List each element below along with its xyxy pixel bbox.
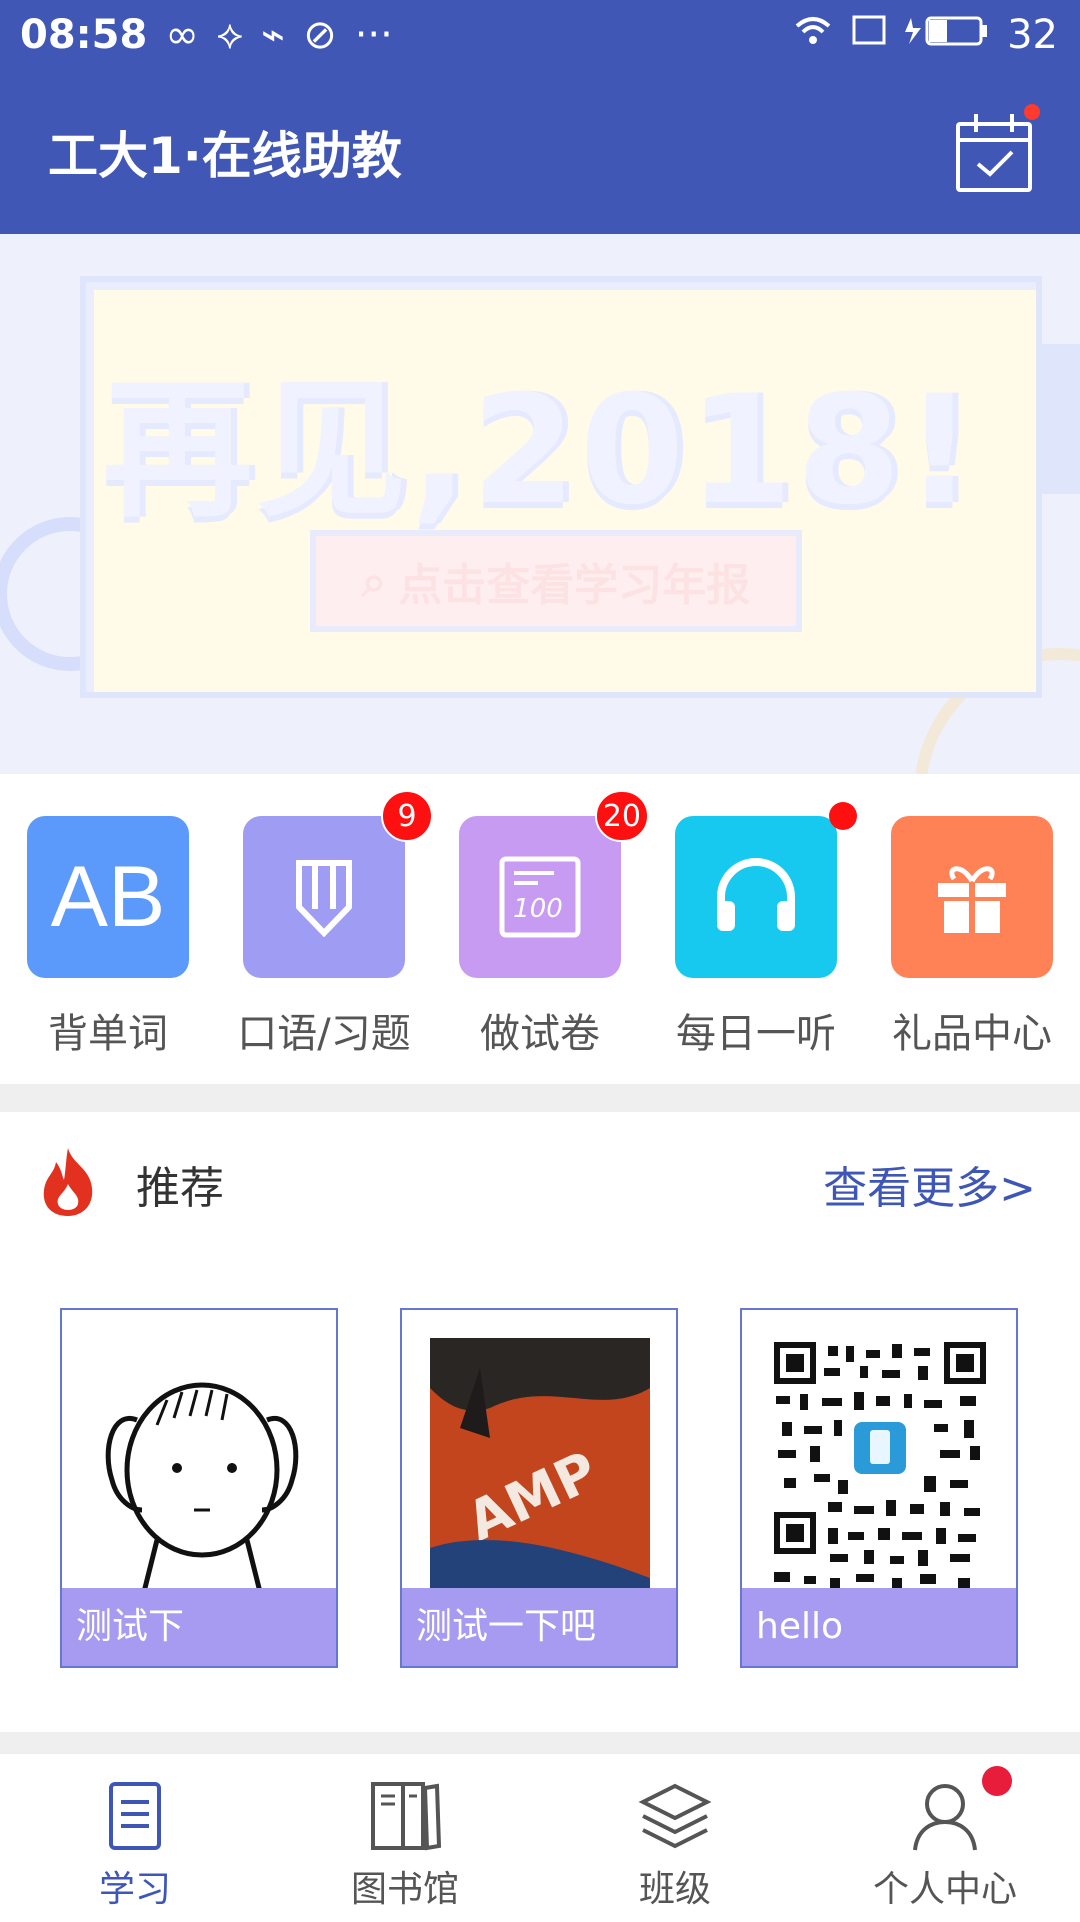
quick-action-gift-center[interactable]: 礼品中心 bbox=[891, 816, 1053, 1066]
tab-label: 班级 bbox=[638, 1869, 711, 1910]
card-caption: hello bbox=[742, 1588, 1016, 1666]
do-not-disturb-icon: ⊘ bbox=[303, 12, 337, 58]
recommend-card[interactable]: hello bbox=[740, 1308, 1018, 1668]
section-divider bbox=[0, 1732, 1080, 1752]
pencil-icon bbox=[296, 860, 352, 937]
qr-code-image bbox=[774, 1342, 986, 1614]
banner-carousel[interactable]: 再见,2018! ⌕ 点击查看学习年报 bbox=[0, 234, 1080, 774]
status-bar: 08:58 ∞ ⟡ ⌁ ⊘ ··· 32 bbox=[0, 0, 1080, 70]
calendar-check-icon bbox=[956, 114, 1032, 192]
check-in-button[interactable] bbox=[954, 104, 1040, 194]
tab-label: 图书馆 bbox=[350, 1869, 459, 1910]
quick-action-label: 每日一听 bbox=[676, 1011, 836, 1057]
vocabulary-tile[interactable]: AB bbox=[27, 816, 189, 978]
count-badge: 20 bbox=[594, 790, 649, 842]
quick-action-exam[interactable]: 100 20 做试卷 bbox=[459, 790, 649, 1066]
notification-dot bbox=[982, 1766, 1012, 1796]
quick-action-label: 背单词 bbox=[48, 1011, 168, 1057]
quick-action-vocabulary[interactable]: AB 背单词 bbox=[27, 816, 189, 1066]
share-icon: ⟡ bbox=[216, 12, 244, 58]
status-time: 08:58 bbox=[20, 12, 148, 58]
notification-dot bbox=[1024, 104, 1040, 120]
battery-icon bbox=[905, 12, 989, 58]
svg-text:100: 100 bbox=[513, 894, 563, 924]
quick-action-daily-listening[interactable]: 每日一听 bbox=[675, 802, 857, 1066]
user-icon bbox=[913, 1784, 977, 1851]
banner-cta-button[interactable]: ⌕ 点击查看学习年报 bbox=[310, 530, 802, 632]
tab-library[interactable]: 图书馆 bbox=[270, 1754, 540, 1922]
notification-dot bbox=[829, 802, 857, 830]
quick-action-speaking[interactable]: 9 口语/习题 bbox=[237, 790, 433, 1066]
section-title: 推荐 bbox=[136, 1163, 224, 1214]
card-caption: 测试一下吧 bbox=[402, 1588, 676, 1666]
tab-class[interactable]: 班级 bbox=[540, 1754, 810, 1922]
bottom-navigation: 学习 图书馆 班级 个人中心 bbox=[0, 1752, 1080, 1922]
banner-cta-label: 点击查看学习年报 bbox=[398, 560, 751, 611]
recommend-card[interactable]: AMP 测试一下吧 bbox=[400, 1308, 678, 1668]
photo-image: AMP bbox=[430, 1338, 650, 1622]
ab-icon: AB bbox=[50, 848, 166, 945]
quick-action-label: 做试卷 bbox=[480, 1011, 600, 1057]
card-caption: 测试下 bbox=[62, 1588, 336, 1666]
tab-label: 个人中心 bbox=[872, 1869, 1017, 1910]
search-icon: ⌕ bbox=[361, 555, 387, 607]
tab-label: 学习 bbox=[98, 1869, 171, 1910]
quick-actions: AB 背单词 9 口语/习题 100 20 做试卷 每日一听 礼品中心 bbox=[0, 774, 1080, 1084]
banner-headline: 再见,2018! bbox=[102, 364, 978, 538]
quick-action-label: 口语/习题 bbox=[237, 1011, 411, 1057]
count-badge: 9 bbox=[381, 790, 433, 842]
section-divider bbox=[0, 1084, 1080, 1112]
books-icon bbox=[371, 1782, 442, 1851]
battery-level: 32 bbox=[1007, 12, 1058, 58]
app-header: 工大1·在线助教 bbox=[0, 70, 1080, 234]
sim-icon bbox=[851, 12, 887, 58]
recommend-section: 推荐 查看更多> 测试下 AMP 测试一下吧 hello bbox=[0, 1112, 1080, 1732]
fire-icon bbox=[43, 1148, 93, 1216]
wifi-icon bbox=[793, 12, 833, 58]
view-more-link[interactable]: 查看更多> bbox=[823, 1152, 1036, 1216]
infinity-icon: ∞ bbox=[165, 12, 199, 58]
app-title: 工大1·在线助教 bbox=[48, 127, 402, 185]
cartoon-girl-image bbox=[105, 1382, 299, 1600]
usb-icon: ⌁ bbox=[261, 12, 286, 58]
gift-icon bbox=[938, 866, 1006, 933]
speaking-tile[interactable] bbox=[243, 816, 405, 978]
tab-study[interactable]: 学习 bbox=[0, 1754, 270, 1922]
document-icon bbox=[109, 1782, 161, 1850]
more-icon: ··· bbox=[354, 12, 393, 58]
gift-tile[interactable] bbox=[891, 816, 1053, 978]
recommend-card[interactable]: 测试下 bbox=[60, 1308, 338, 1668]
headphones-icon bbox=[717, 858, 795, 931]
exam-tile[interactable]: 100 bbox=[459, 816, 621, 978]
exam-icon: 100 bbox=[499, 856, 581, 938]
layers-icon bbox=[638, 1783, 712, 1849]
listening-tile[interactable] bbox=[675, 816, 837, 978]
tab-personal-center[interactable]: 个人中心 bbox=[810, 1754, 1080, 1922]
quick-action-label: 礼品中心 bbox=[892, 1011, 1052, 1057]
